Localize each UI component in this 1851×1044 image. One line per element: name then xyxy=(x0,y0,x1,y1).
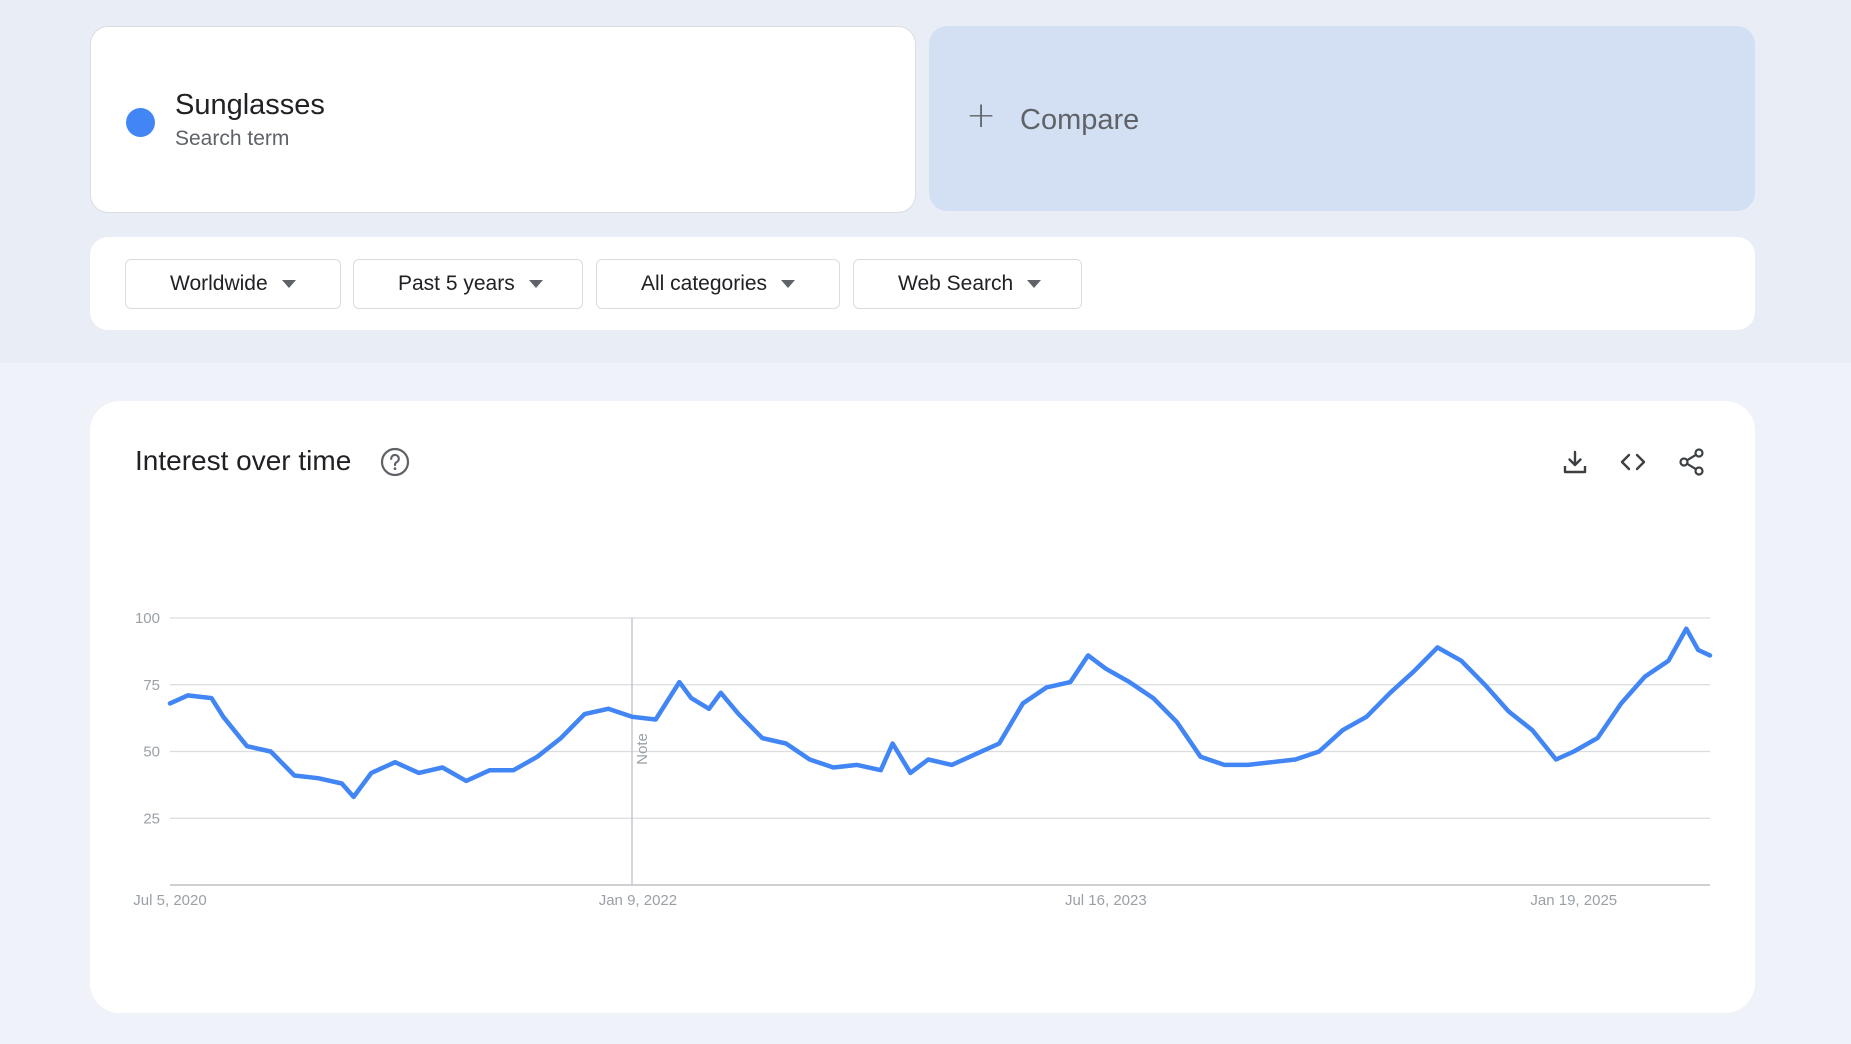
chart-grid xyxy=(170,617,1710,886)
x-tick-label: Jan 9, 2022 xyxy=(599,892,677,909)
x-tick-label: Jan 19, 2025 xyxy=(1530,892,1617,909)
filter-search-type-label: Web Search xyxy=(898,272,1014,295)
chart-series xyxy=(167,626,1713,800)
search-term-card[interactable]: Sunglasses Search term xyxy=(90,26,916,213)
y-tick-label: 75 xyxy=(143,677,160,694)
filter-category-label: All categories xyxy=(641,272,768,295)
y-tick-label: 100 xyxy=(135,610,160,627)
y-axis-ticks: 100 75 50 25 xyxy=(135,610,160,827)
note-label: Note xyxy=(634,733,651,765)
plus-icon: + xyxy=(966,95,997,136)
series-color-dot xyxy=(126,108,155,137)
caret-down-icon xyxy=(281,280,296,288)
compare-label: Compare xyxy=(1020,104,1140,136)
filter-category-dropdown[interactable]: All categories xyxy=(596,259,840,309)
interest-over-time-card: Interest over time 100 75 50 25 Jul 5, 2020… xyxy=(90,401,1755,1013)
x-tick-label: Jul 16, 2023 xyxy=(1065,892,1147,909)
chart-note: Note xyxy=(631,618,651,885)
x-tick-label: Jul 5, 2020 xyxy=(133,892,206,909)
y-tick-label: 50 xyxy=(143,744,160,761)
filter-region-dropdown[interactable]: Worldwide xyxy=(125,259,341,309)
filter-search-type-dropdown[interactable]: Web Search xyxy=(853,259,1082,309)
line-chart: 100 75 50 25 Jul 5, 2020 Jan 9, 2022 Jul 16, … xyxy=(133,610,1713,909)
caret-down-icon xyxy=(1027,280,1042,288)
search-term-subtitle: Search term xyxy=(175,127,290,150)
x-axis-ticks: Jul 5, 2020 Jan 9, 2022 Jul 16, 2023 Jan 19… xyxy=(133,892,1617,909)
filter-time-label: Past 5 years xyxy=(398,272,515,295)
caret-down-icon xyxy=(528,280,543,288)
compare-button[interactable]: + Compare xyxy=(929,26,1755,211)
caret-down-icon xyxy=(781,280,796,288)
filter-bar: Worldwide Past 5 years All categories We… xyxy=(90,237,1755,330)
series-line xyxy=(167,626,1713,800)
y-tick-label: 25 xyxy=(143,810,160,827)
filter-region-label: Worldwide xyxy=(170,272,268,295)
search-term-name: Sunglasses xyxy=(175,89,325,121)
filter-time-dropdown[interactable]: Past 5 years xyxy=(353,259,583,309)
